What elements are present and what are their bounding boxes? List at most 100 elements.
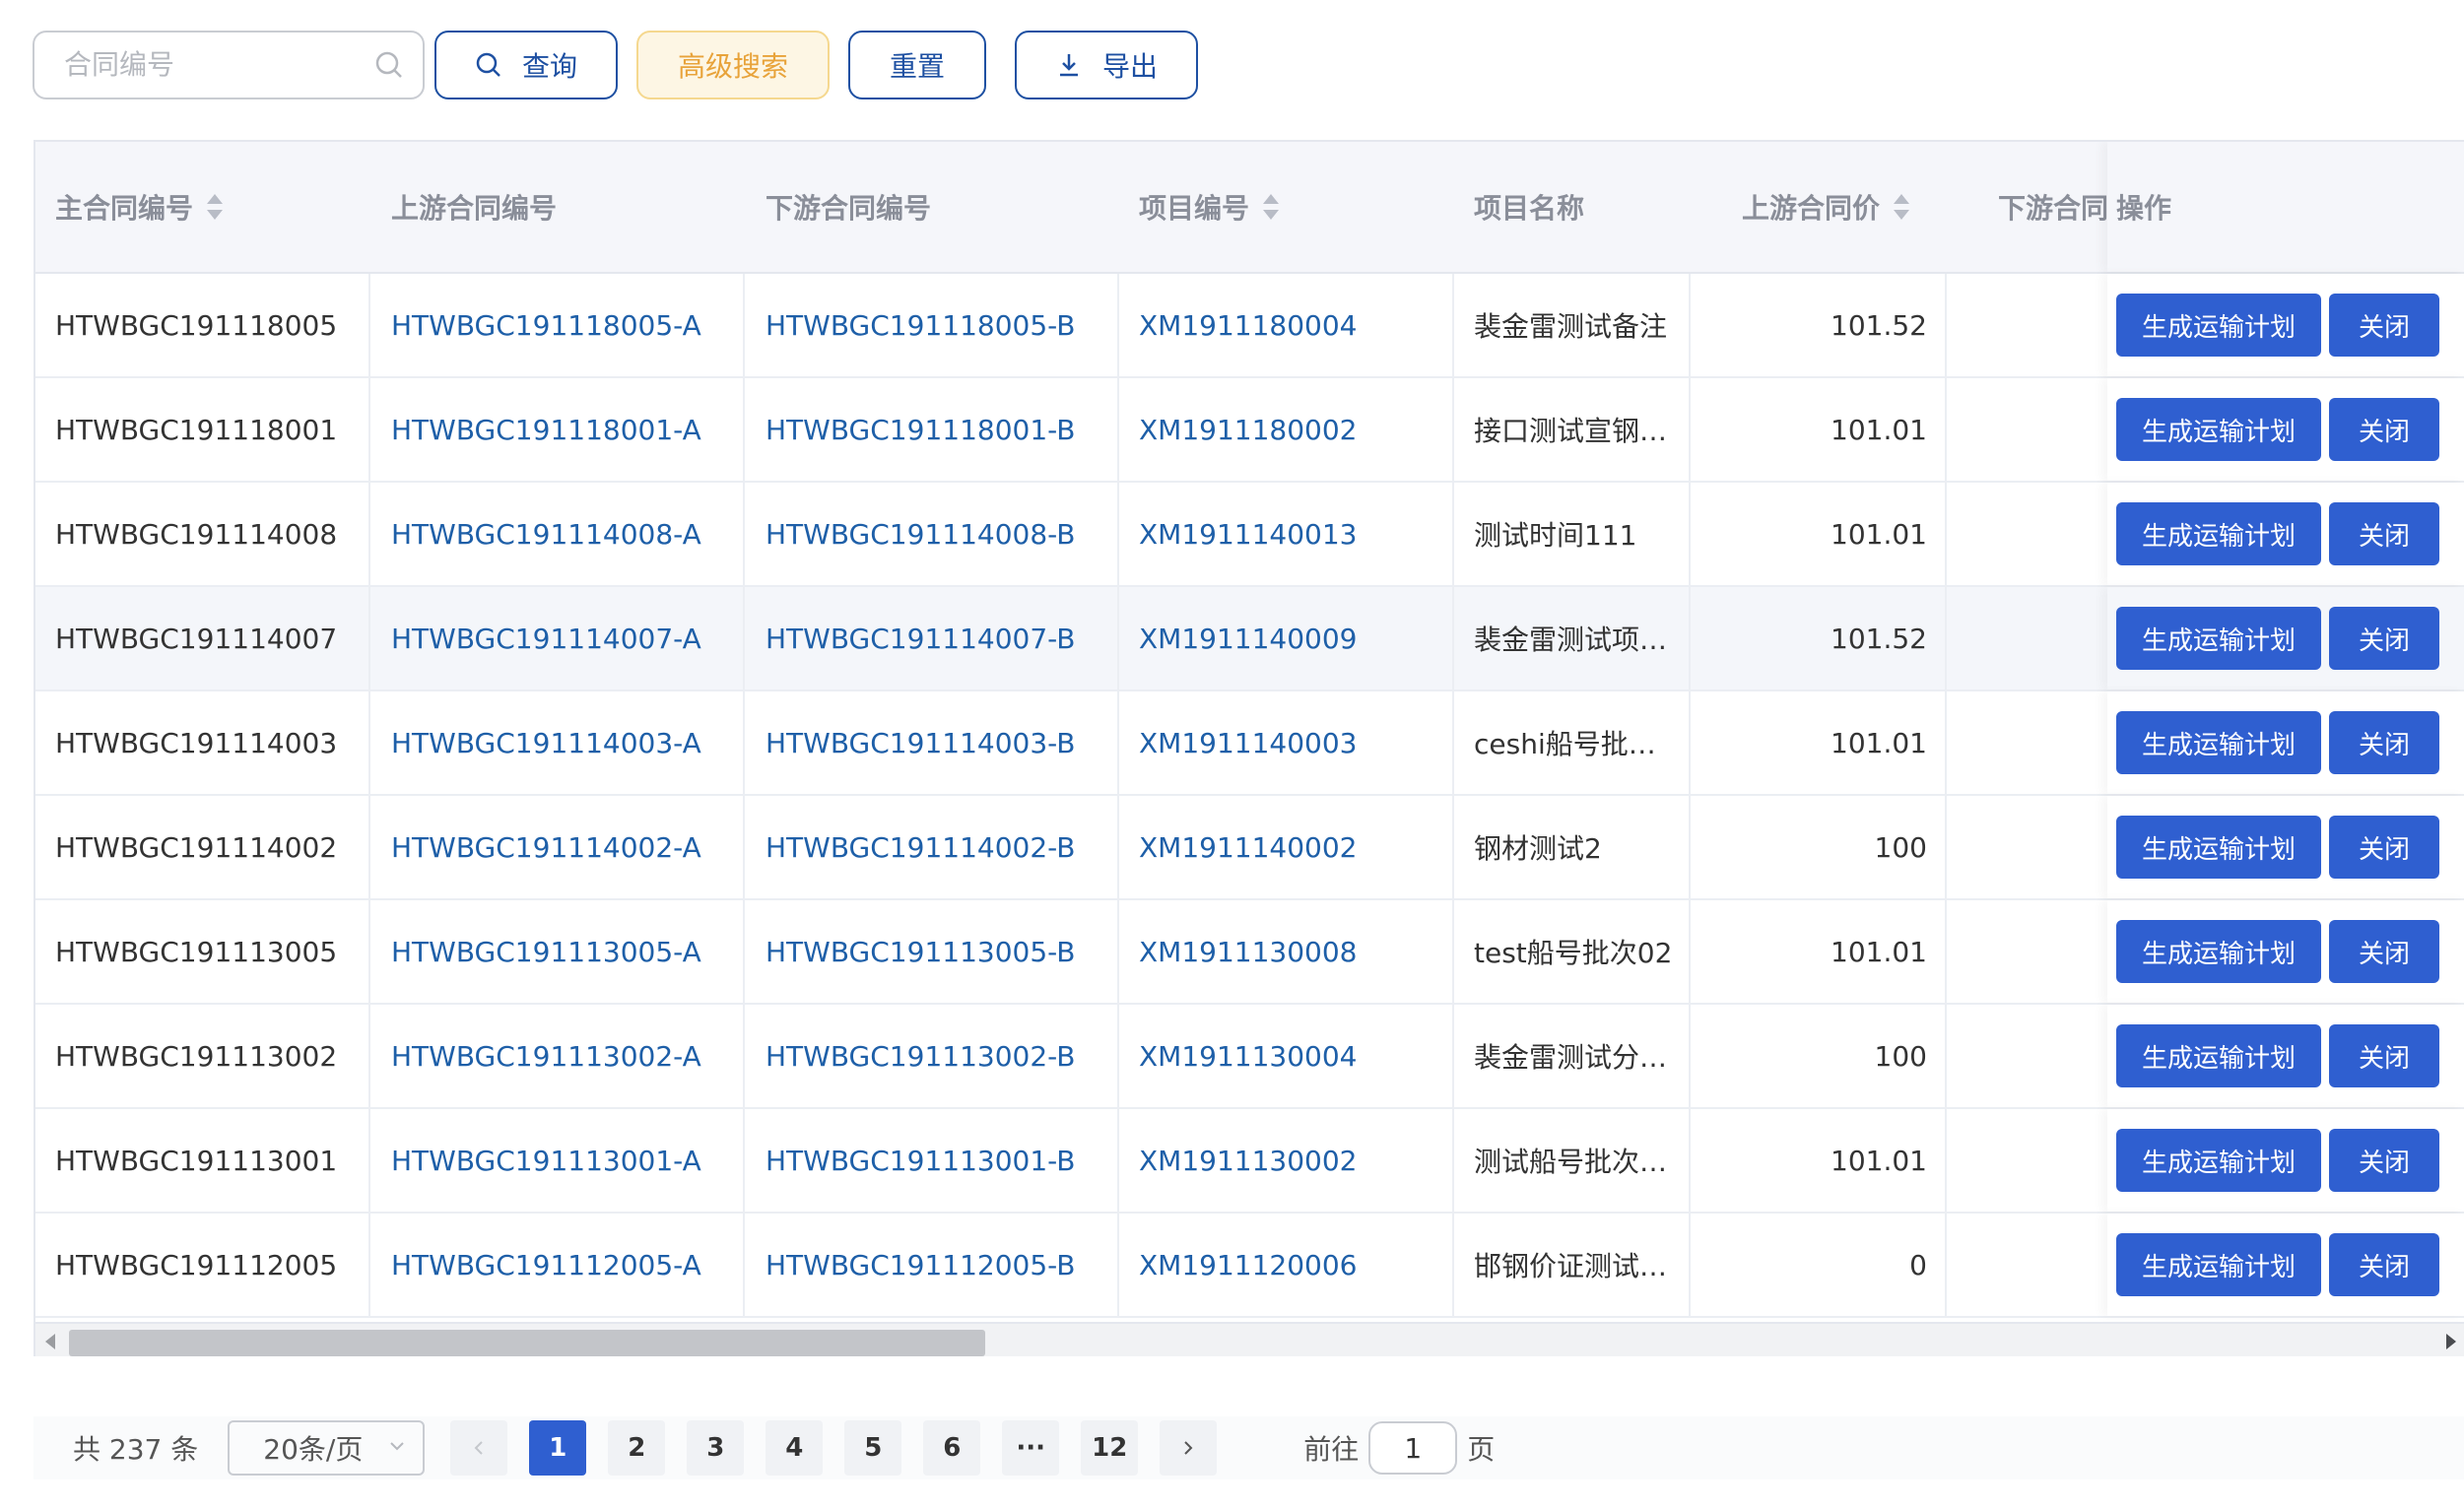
cell-upstream-contract-link[interactable]: HTWBGC191113001-A (391, 1109, 701, 1212)
scrollbar-thumb[interactable] (69, 1330, 985, 1356)
cell-upstream-price: 101.52 (1831, 622, 1927, 655)
cell-project-no-link[interactable]: XM1911140013 (1139, 483, 1357, 585)
close-button[interactable]: 关闭 (2329, 1129, 2439, 1192)
cell-downstream-contract-link[interactable]: HTWBGC191118001-B (766, 378, 1075, 481)
cell-downstream-contract-link[interactable]: HTWBGC191118005-B (766, 274, 1075, 376)
column-divider (1117, 691, 1119, 794)
table-row[interactable]: HTWBGC191118005 HTWBGC191118005-A HTWBGC19… (35, 274, 2464, 378)
table-row[interactable]: HTWBGC191112005 HTWBGC191112005-A HTWBGC19… (35, 1214, 2464, 1318)
column-header-downstream-contract: 下游合同编号 (766, 142, 931, 272)
table-row[interactable]: HTWBGC191114008 HTWBGC191114008-A HTWBGC19… (35, 483, 2464, 587)
generate-transport-plan-button[interactable]: 生成运输计划 (2116, 1024, 2321, 1087)
page-size-select[interactable]: 20条/页 (228, 1420, 426, 1476)
next-page-button[interactable] (1160, 1420, 1218, 1476)
close-button[interactable]: 关闭 (2329, 711, 2439, 774)
scroll-right-arrow-icon[interactable] (2446, 1334, 2456, 1349)
table-row[interactable]: HTWBGC191113002 HTWBGC191113002-A HTWBGC19… (35, 1005, 2464, 1109)
cell-project-no-link[interactable]: XM1911140003 (1139, 691, 1357, 794)
cell-project-no-link[interactable]: XM1911130008 (1139, 900, 1357, 1003)
page-button[interactable]: 4 (766, 1420, 824, 1476)
generate-transport-plan-button[interactable]: 生成运输计划 (2116, 502, 2321, 565)
sort-icon[interactable] (1263, 194, 1280, 220)
close-button[interactable]: 关闭 (2329, 398, 2439, 461)
sort-icon[interactable] (1894, 194, 1910, 220)
cell-upstream-contract-link[interactable]: HTWBGC191114003-A (391, 691, 701, 794)
cell-upstream-contract-link[interactable]: HTWBGC191114007-A (391, 587, 701, 689)
cell-upstream-contract-link[interactable]: HTWBGC191113002-A (391, 1005, 701, 1107)
table-row[interactable]: HTWBGC191114003 HTWBGC191114003-A HTWBGC19… (35, 691, 2464, 796)
cell-project-no-link[interactable]: XM1911140002 (1139, 796, 1357, 898)
cell-downstream-contract-link[interactable]: HTWBGC191114003-B (766, 691, 1075, 794)
column-header-upstream-price[interactable]: 上游合同价 (1742, 142, 1910, 272)
cell-upstream-price: 101.01 (1831, 517, 1927, 551)
column-header-downstream-price: 下游合同 (1998, 142, 2107, 272)
table-row[interactable]: HTWBGC191114002 HTWBGC191114002-A HTWBGC19… (35, 796, 2464, 900)
generate-transport-plan-button[interactable]: 生成运输计划 (2116, 294, 2321, 357)
column-header-main-contract[interactable]: 主合同编号 (55, 142, 224, 272)
advanced-search-button[interactable]: 高级搜索 (636, 30, 830, 99)
cell-project-no-link[interactable]: XM1911130004 (1139, 1005, 1357, 1107)
search-icon[interactable] (373, 49, 405, 81)
cell-downstream-contract-link[interactable]: HTWBGC191113001-B (766, 1109, 1075, 1212)
cell-project-no-link[interactable]: XM1911140009 (1139, 587, 1357, 689)
generate-transport-plan-button[interactable]: 生成运输计划 (2116, 711, 2321, 774)
column-header-label: 操作 (2116, 192, 2172, 225)
page-button[interactable]: 3 (687, 1420, 745, 1476)
page-button[interactable]: 1 (529, 1420, 587, 1476)
column-divider (1452, 1109, 1454, 1212)
column-divider (743, 378, 745, 481)
generate-transport-plan-button[interactable]: 生成运输计划 (2116, 1233, 2321, 1296)
contract-search-input[interactable] (34, 32, 423, 98)
reset-button-label: 重置 (889, 49, 945, 83)
close-button[interactable]: 关闭 (2329, 816, 2439, 879)
generate-transport-plan-button[interactable]: 生成运输计划 (2116, 816, 2321, 879)
cell-downstream-contract-link[interactable]: HTWBGC191113002-B (766, 1005, 1075, 1107)
reset-button[interactable]: 重置 (848, 30, 986, 99)
close-button[interactable]: 关闭 (2329, 294, 2439, 357)
close-button[interactable]: 关闭 (2329, 1024, 2439, 1087)
page-button[interactable]: 6 (923, 1420, 981, 1476)
cell-downstream-contract-link[interactable]: HTWBGC191112005-B (766, 1214, 1075, 1316)
cell-upstream-contract-link[interactable]: HTWBGC191114002-A (391, 796, 701, 898)
cell-upstream-contract-link[interactable]: HTWBGC191118005-A (391, 274, 701, 376)
generate-transport-plan-button[interactable]: 生成运输计划 (2116, 1129, 2321, 1192)
table-row[interactable]: HTWBGC191113005 HTWBGC191113005-A HTWBGC19… (35, 900, 2464, 1005)
query-button[interactable]: 查询 (434, 30, 618, 99)
table-row[interactable]: HTWBGC191118001 HTWBGC191118001-A HTWBGC19… (35, 378, 2464, 483)
cell-project-no-link[interactable]: XM1911180004 (1139, 274, 1357, 376)
column-divider (1117, 796, 1119, 898)
scroll-left-arrow-icon[interactable] (45, 1334, 55, 1349)
cell-downstream-contract-link[interactable]: HTWBGC191113005-B (766, 900, 1075, 1003)
column-header-project-no[interactable]: 项目编号 (1139, 142, 1280, 272)
cell-project-no-link[interactable]: XM1911120006 (1139, 1214, 1357, 1316)
cell-upstream-contract-link[interactable]: HTWBGC191112005-A (391, 1214, 701, 1316)
cell-upstream-contract-link[interactable]: HTWBGC191114008-A (391, 483, 701, 585)
page-button[interactable]: 2 (608, 1420, 666, 1476)
export-button[interactable]: 导出 (1015, 30, 1198, 99)
table-row[interactable]: HTWBGC191113001 HTWBGC191113001-A HTWBGC19… (35, 1109, 2464, 1214)
chevron-left-icon (474, 1441, 483, 1455)
close-button[interactable]: 关闭 (2329, 1233, 2439, 1296)
table-row[interactable]: HTWBGC191114007 HTWBGC191114007-A HTWBGC19… (35, 587, 2464, 691)
cell-upstream-contract-link[interactable]: HTWBGC191118001-A (391, 378, 701, 481)
goto-page-input[interactable] (1368, 1421, 1458, 1475)
sort-icon[interactable] (207, 194, 224, 220)
generate-transport-plan-button[interactable]: 生成运输计划 (2116, 920, 2321, 983)
page-button[interactable]: 5 (844, 1420, 902, 1476)
page-ellipsis-button[interactable]: ··· (1002, 1420, 1060, 1476)
close-button[interactable]: 关闭 (2329, 502, 2439, 565)
page-button[interactable]: 12 (1081, 1420, 1139, 1476)
cell-downstream-contract-link[interactable]: HTWBGC191114008-B (766, 483, 1075, 585)
generate-transport-plan-button[interactable]: 生成运输计划 (2116, 607, 2321, 670)
cell-upstream-contract-link[interactable]: HTWBGC191113005-A (391, 900, 701, 1003)
horizontal-scrollbar[interactable] (35, 1322, 2464, 1356)
cell-project-no-link[interactable]: XM1911130002 (1139, 1109, 1357, 1212)
generate-transport-plan-button[interactable]: 生成运输计划 (2116, 398, 2321, 461)
close-button[interactable]: 关闭 (2329, 607, 2439, 670)
close-button[interactable]: 关闭 (2329, 920, 2439, 983)
cell-project-no-link[interactable]: XM1911180002 (1139, 378, 1357, 481)
prev-page-button[interactable] (450, 1420, 508, 1476)
cell-downstream-contract-link[interactable]: HTWBGC191114007-B (766, 587, 1075, 689)
column-divider (1452, 274, 1454, 376)
cell-downstream-contract-link[interactable]: HTWBGC191114002-B (766, 796, 1075, 898)
